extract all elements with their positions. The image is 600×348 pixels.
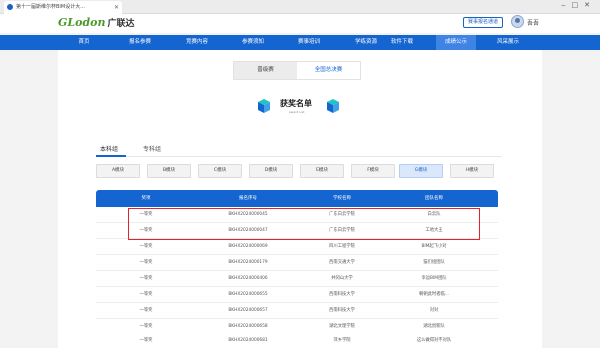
school-cell: 广东白云学院 — [329, 228, 355, 233]
table-row: 一等奖 BKHX2024000045 广东白云学院 白云队 — [96, 207, 498, 223]
module-f-button[interactable]: F模块 — [351, 164, 395, 178]
school-cell: 西南交通大学 — [329, 260, 355, 265]
window-controls[interactable]: ‒□✕ — [561, 1, 596, 9]
team-cell: 湖北创新队 — [423, 324, 445, 329]
cube-right-icon — [327, 99, 339, 113]
reg-no-cell: BKHX2024000047 — [228, 228, 268, 233]
module-d-button[interactable]: D模块 — [249, 164, 293, 178]
team-cell: 对对 — [429, 308, 439, 313]
reg-no-cell: BKHX2024000658 — [228, 324, 268, 329]
tab-college[interactable]: 专科组 — [143, 144, 161, 153]
nav-item-results[interactable]: 成绩公示 — [436, 35, 476, 50]
school-cell: 萍乡学院 — [333, 338, 351, 343]
site-logo[interactable]: GLodon 广联达 — [58, 16, 135, 29]
school-cell: 西南科技大学 — [329, 308, 355, 313]
nav-item-training[interactable]: 赛事培训 — [283, 35, 335, 50]
nav-item-download[interactable]: 软件下载 — [376, 35, 428, 50]
award-cell: 一等奖 — [139, 212, 153, 217]
main-nav: 首页 报名参赛 竞赛内容 参赛须知 赛事培训 学练资源 软件下载 成绩公示 风采… — [0, 35, 600, 50]
nav-item-home[interactable]: 首页 — [58, 35, 110, 50]
school-cell: 西南科技大学 — [329, 292, 355, 297]
team-cell: 朝朝此时者临... — [419, 292, 449, 297]
team-cell: 幸运BIM团队 — [421, 276, 447, 281]
school-cell: 湖北文理学院 — [329, 324, 355, 329]
nav-item-register[interactable]: 报名参赛 — [114, 35, 166, 50]
team-cell: 工地大王 — [425, 228, 443, 233]
table-row: 一等奖 BKHX2024000681 萍乡学院 这么做得对不对队 — [96, 334, 498, 348]
table-row: 一等奖 BKHX2024000655 西南科技大学 朝朝此时者临... — [96, 287, 498, 303]
module-g-button[interactable]: G模块 — [399, 164, 443, 178]
active-tab-underline — [96, 155, 126, 157]
award-title: 获奖名单 Award List — [258, 97, 340, 119]
nav-item-notice[interactable]: 参赛须知 — [227, 35, 279, 50]
module-h-button[interactable]: H模块 — [450, 164, 494, 178]
module-c-button[interactable]: C模块 — [198, 164, 242, 178]
browser-tab[interactable]: 第十一届斯维尔杯BIM设计大... ✕ — [4, 1, 122, 14]
award-cell: 一等奖 — [139, 276, 153, 281]
award-cell: 一等奖 — [139, 260, 153, 265]
logo-text: GLodon — [58, 16, 106, 29]
nav-item-showcase[interactable]: 风采展示 — [482, 35, 534, 50]
school-cell: 井冈山大学 — [331, 276, 353, 281]
award-cell: 一等奖 — [139, 308, 153, 313]
table-row: 一等奖 BKHX2024000179 西南交通大学 猫们组团队 — [96, 255, 498, 271]
school-cell: 广东白云学院 — [329, 212, 355, 217]
team-cell: 这么做得对不对队 — [416, 338, 452, 343]
username[interactable]: 吾吾 — [527, 18, 539, 27]
reg-no-cell: BKHX2024000045 — [228, 212, 268, 217]
cube-left-icon — [258, 99, 270, 113]
table-row: 一等奖 BKHX2024000069 四川工程学院 BIM起飞小对 — [96, 239, 498, 255]
team-cell: 猫们组团队 — [423, 260, 445, 265]
award-cell: 一等奖 — [139, 292, 153, 297]
award-title-text: 获奖名单 — [280, 99, 312, 108]
tab-qualifier[interactable]: 晋级赛 — [234, 62, 297, 79]
column-header-award: 奖项 — [141, 196, 151, 201]
reg-no-cell: BKHX2024000406 — [228, 276, 268, 281]
module-e-button[interactable]: E模块 — [300, 164, 344, 178]
column-header-team: 团队名称 — [425, 196, 443, 201]
award-cell: 一等奖 — [139, 338, 153, 343]
table-header: 奖项 报名序号 学校名称 团队名称 — [96, 190, 498, 207]
logo-cn-text: 广联达 — [107, 19, 135, 29]
reg-no-cell: BKHX2024000681 — [228, 338, 268, 343]
reg-no-cell: BKHX2024000657 — [228, 308, 268, 313]
table-row: 一等奖 BKHX2024000406 井冈山大学 幸运BIM团队 — [96, 271, 498, 287]
award-cell: 一等奖 — [139, 228, 153, 233]
award-cell: 一等奖 — [139, 244, 153, 249]
module-b-button[interactable]: B模块 — [147, 164, 191, 178]
award-cell: 一等奖 — [139, 324, 153, 329]
reg-no-cell: BKHX2024000655 — [228, 292, 268, 297]
stage-toggle: 晋级赛 全国总决赛 — [233, 61, 361, 80]
team-cell: BIM起飞小对 — [421, 244, 447, 249]
tab-national-final[interactable]: 全国总决赛 — [297, 62, 360, 79]
site-header: GLodon 广联达 赛事报名通道 吾吾 — [0, 14, 600, 33]
browser-chrome: 第十一届斯维尔杯BIM设计大... ✕ ‒□✕ — [0, 0, 600, 14]
module-a-button[interactable]: A模块 — [96, 164, 140, 178]
table-row: 一等奖 BKHX2024000047 广东白云学院 工地大王 — [96, 223, 498, 239]
team-cell: 白云队 — [427, 212, 441, 217]
browser-tab-title: 第十一届斯维尔杯BIM设计大... — [16, 4, 85, 10]
close-tab-icon[interactable]: ✕ — [114, 1, 119, 14]
column-header-school: 学校名称 — [333, 196, 351, 201]
reg-no-cell: BKHX2024000179 — [228, 260, 268, 265]
tab-undergraduate[interactable]: 本科组 — [100, 144, 118, 153]
group-tabs-divider — [96, 156, 502, 157]
table-row: 一等奖 BKHX2024000657 西南科技大学 对对 — [96, 303, 498, 319]
school-cell: 四川工程学院 — [329, 244, 355, 249]
reg-no-cell: BKHX2024000069 — [228, 244, 268, 249]
table-row: 一等奖 BKHX2024000658 湖北文理学院 湖北创新队 — [96, 319, 498, 335]
avatar[interactable] — [511, 15, 524, 28]
award-title-subtitle: Award List — [289, 110, 305, 114]
column-header-reg-no: 报名序号 — [239, 196, 257, 201]
register-button[interactable]: 赛事报名通道 — [463, 17, 503, 28]
nav-item-content[interactable]: 竞赛内容 — [171, 35, 223, 50]
site-favicon-icon — [7, 4, 13, 10]
